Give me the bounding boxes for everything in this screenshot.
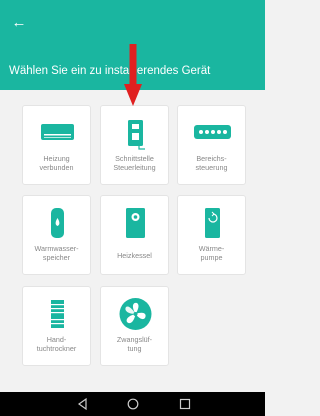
boiler-icon	[126, 208, 145, 238]
device-label: Schnittstelle Steuerleitung	[113, 154, 156, 172]
device-card-bereichssteuerung[interactable]: Bereichs-steuerung	[177, 105, 246, 185]
device-label: Hand-tuchtrockner	[36, 335, 77, 353]
red-pointer-arrow-icon	[124, 44, 142, 106]
nav-home-icon[interactable]	[125, 396, 141, 412]
device-label: Zwangslüf-tung	[116, 335, 153, 353]
android-navigation-bar	[0, 392, 265, 416]
towel-dryer-icon	[51, 300, 64, 328]
device-label: Bereichs-steuerung	[195, 154, 228, 172]
fan-icon	[119, 298, 152, 330]
device-card-waermepumpe[interactable]: Wärme-pumpe	[177, 195, 246, 275]
interface-module-icon	[128, 120, 145, 150]
device-card-heizkessel[interactable]: Heizkessel	[100, 195, 169, 275]
device-label: Heizung verbunden	[39, 154, 74, 172]
device-card-zwangslueftung[interactable]: Zwangslüf-tung	[100, 286, 169, 366]
device-card-heizung-verbunden[interactable]: Heizung verbunden	[22, 105, 91, 185]
zone-controller-icon	[194, 125, 231, 139]
page-title: Wählen Sie ein zu installierendes Gerät	[9, 65, 211, 77]
device-card-handtuchtrockner[interactable]: Hand-tuchtrockner	[22, 286, 91, 366]
device-card-warmwasserspeicher[interactable]: Warmwasser-speicher	[22, 195, 91, 275]
device-label: Heizkessel	[117, 251, 152, 260]
heat-pump-icon	[205, 208, 220, 238]
back-arrow-icon[interactable]: ←	[8, 12, 30, 34]
device-card-schnittstelle[interactable]: Schnittstelle Steuerleitung	[100, 105, 169, 185]
nav-recents-icon[interactable]	[177, 396, 193, 412]
ac-unit-icon	[41, 124, 74, 140]
device-label: Warmwasser-speicher	[34, 244, 79, 262]
device-label: Wärme-pumpe	[198, 244, 225, 262]
water-heater-icon	[51, 208, 64, 238]
nav-back-icon[interactable]	[75, 396, 91, 412]
